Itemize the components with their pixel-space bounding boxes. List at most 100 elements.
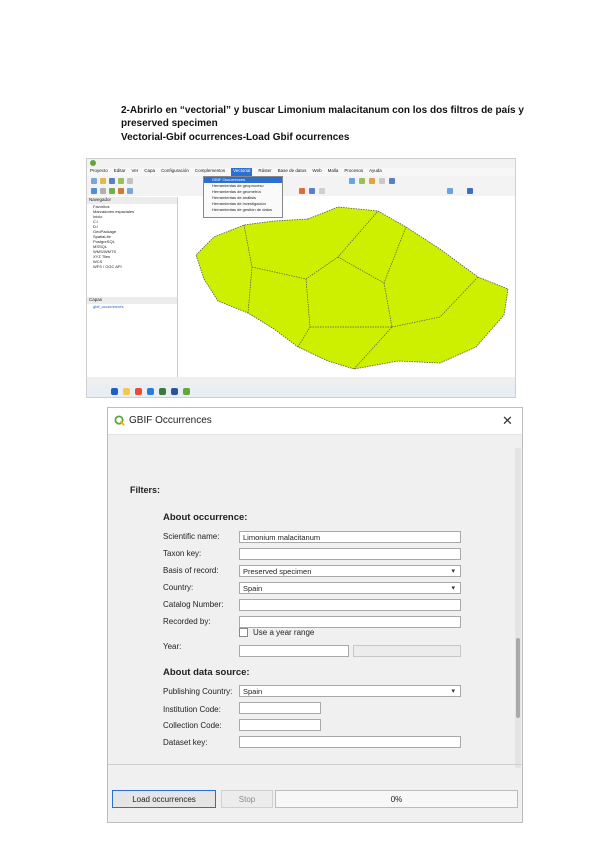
year-label: Year:: [163, 642, 182, 651]
catalog-number-input[interactable]: [239, 599, 461, 611]
edge-icon[interactable]: [147, 388, 154, 395]
map-canvas[interactable]: [178, 197, 515, 377]
python-icon[interactable]: [467, 188, 473, 194]
layer-item[interactable]: gbif_occurrences: [87, 304, 177, 309]
menu-item-vectorial[interactable]: Vectorial: [231, 168, 253, 176]
menu-item-editar[interactable]: Editar: [114, 168, 126, 176]
style-manager-icon[interactable]: [127, 178, 133, 184]
menu-item-capa[interactable]: Capa: [144, 168, 155, 176]
basis-of-record-select[interactable]: Preserved specimen ▾: [239, 565, 461, 577]
move-icon[interactable]: [127, 188, 133, 194]
dataset-key-input[interactable]: [239, 736, 461, 748]
qgis-logo-icon: [114, 415, 125, 426]
institution-code-label: Institution Code:: [163, 705, 221, 714]
year-range-checkbox[interactable]: [239, 628, 248, 637]
publishing-country-select[interactable]: Spain ▾: [239, 685, 461, 697]
dialog-scrollbar[interactable]: [515, 448, 521, 768]
plugin-icon[interactable]: [447, 188, 453, 194]
browser-panel: Navegador Favoritos Marcadores espaciales…: [87, 197, 178, 297]
country-value: Spain: [243, 584, 263, 593]
catalog-number-label: Catalog Number:: [163, 600, 224, 609]
dropdown-item[interactable]: Herramientas de gestión de datos: [204, 207, 282, 213]
digitize-icon[interactable]: [91, 188, 97, 194]
word-icon[interactable]: [171, 388, 178, 395]
menu-item-configuraci-n[interactable]: Configuración: [161, 168, 189, 176]
windows-taskbar: [87, 385, 515, 397]
recorded-by-input[interactable]: [239, 616, 461, 628]
sum-icon[interactable]: [379, 178, 385, 184]
andalusia-map: [195, 206, 509, 370]
menu-item-malla[interactable]: Malla: [328, 168, 339, 176]
layers-panel-title: Capas: [87, 297, 177, 304]
vector-menu-dropdown: GBIF Occurrences Herramientas de geoproce…: [203, 176, 283, 218]
menu-item-proyecto[interactable]: Proyecto: [90, 168, 108, 176]
menu-item-complementos[interactable]: Complementos: [195, 168, 225, 176]
edit-icon[interactable]: [100, 188, 106, 194]
dialog-scrollbar-thumb[interactable]: [516, 638, 520, 718]
publishing-country-label: Publishing Country:: [163, 687, 233, 696]
save-project-icon[interactable]: [109, 178, 115, 184]
instruction-line-1: 2-Abrirlo en “vectorial” y buscar Limoni…: [121, 105, 524, 116]
chevron-down-icon[interactable]: ▾: [451, 566, 455, 578]
collection-code-label: Collection Code:: [163, 721, 222, 730]
browser-item[interactable]: WFS / OGC API: [87, 264, 177, 269]
windows-start-icon[interactable]: [111, 388, 118, 395]
publishing-country-value: Spain: [243, 687, 263, 696]
load-occurrences-button[interactable]: Load occurrences: [112, 790, 216, 808]
select-icon[interactable]: [349, 178, 355, 184]
year-from-input[interactable]: [239, 645, 349, 657]
stop-button[interactable]: Stop: [221, 790, 273, 808]
print-layout-icon[interactable]: [118, 178, 124, 184]
dataset-key-label: Dataset key:: [163, 738, 208, 747]
chrome-icon[interactable]: [135, 388, 142, 395]
instruction-line-2: preserved specimen: [121, 118, 218, 129]
dialog-separator: [108, 764, 522, 765]
qgis-toolbar-2: [87, 186, 515, 196]
qgis-title-bar: [87, 159, 515, 168]
year-range-label: Use a year range: [253, 628, 315, 637]
vector-menu-items: GBIF Occurrences Herramientas de geoproce…: [204, 177, 282, 213]
close-icon[interactable]: ✕: [502, 413, 513, 429]
year-to-input[interactable]: [353, 645, 461, 657]
about-data-source-heading: About data source:: [163, 667, 250, 678]
menu-item-r-ster[interactable]: Ráster: [258, 168, 271, 176]
table-icon[interactable]: [389, 178, 395, 184]
layers-panel: Capas gbif_occurrences: [87, 297, 178, 377]
taxon-key-label: Taxon key:: [163, 549, 202, 558]
label-icon[interactable]: [299, 188, 305, 194]
qgis-toolbar-1: [87, 176, 515, 186]
andalusia-region: [195, 206, 509, 370]
basis-of-record-value: Preserved specimen: [243, 567, 312, 576]
taxon-key-input[interactable]: [239, 548, 461, 560]
open-project-icon[interactable]: [100, 178, 106, 184]
menu-item-web[interactable]: Web: [312, 168, 321, 176]
menu-item-procesos[interactable]: Procesos: [344, 168, 363, 176]
label-pin-icon[interactable]: [309, 188, 315, 194]
measure-icon[interactable]: [369, 178, 375, 184]
qgis-screenshot: Proyecto Editar Ver Capa Configuración Comple…: [86, 158, 516, 398]
qgis-logo-icon: [90, 160, 96, 166]
collection-code-input[interactable]: [239, 719, 321, 731]
menu-item-base-de-datos[interactable]: Base de datos: [278, 168, 307, 176]
filters-label: Filters:: [130, 485, 161, 495]
file-explorer-icon[interactable]: [123, 388, 130, 395]
qgis-status-bar: [87, 377, 515, 385]
about-occurrence-heading: About occurrence:: [163, 512, 248, 523]
scientific-name-input[interactable]: Limonium malacitanum: [239, 531, 461, 543]
chevron-down-icon[interactable]: ▾: [451, 583, 455, 595]
add-feature-icon[interactable]: [109, 188, 115, 194]
scientific-name-label: Scientific name:: [163, 532, 220, 541]
institution-code-input[interactable]: [239, 702, 321, 714]
recorded-by-label: Recorded by:: [163, 617, 211, 626]
chevron-down-icon[interactable]: ▾: [451, 686, 455, 698]
identify-icon[interactable]: [359, 178, 365, 184]
country-label: Country:: [163, 583, 194, 592]
excel-icon[interactable]: [159, 388, 166, 395]
country-select[interactable]: Spain ▾: [239, 582, 461, 594]
new-project-icon[interactable]: [91, 178, 97, 184]
qgis-taskbar-icon[interactable]: [183, 388, 190, 395]
label-rotate-icon[interactable]: [319, 188, 325, 194]
vertex-icon[interactable]: [118, 188, 124, 194]
menu-item-ver[interactable]: Ver: [132, 168, 139, 176]
menu-item-ayuda[interactable]: Ayuda: [369, 168, 382, 176]
